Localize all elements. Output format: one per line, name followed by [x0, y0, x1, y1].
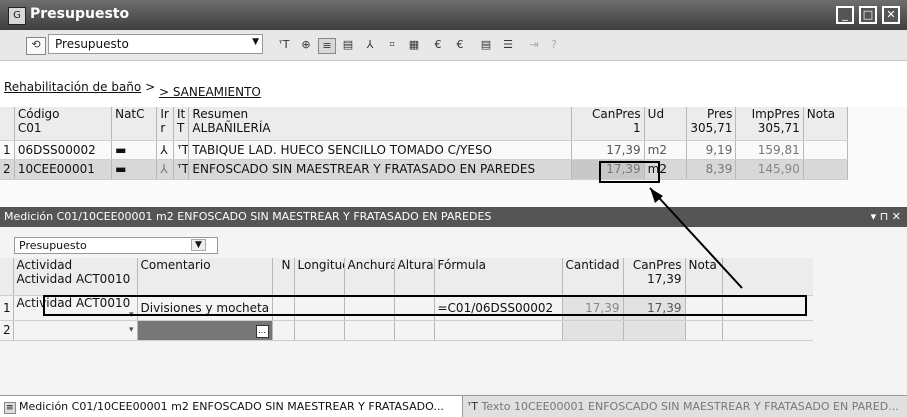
tab-measurement-label: Medición C01/10CEE00001 m2 ENFOSCADO SIN… [19, 400, 444, 413]
tab-text[interactable]: ᐪT Texto 10CEE00001 ENFOSCADO SIN MAESTR… [463, 396, 907, 417]
tab-measurement[interactable]: ≡ Medición C01/10CEE00001 m2 ENFOSCADO S… [0, 396, 463, 417]
measurement-icon: ≡ [4, 402, 16, 414]
bottom-tab-strip: ≡ Medición C01/10CEE00001 m2 ENFOSCADO S… [0, 395, 907, 417]
tab-text-label: Texto 10CEE00001 ENFOSCADO SIN MAESTREAR… [481, 400, 899, 413]
annotation-arrow [649, 187, 743, 289]
text-icon: ᐪT [467, 400, 478, 413]
